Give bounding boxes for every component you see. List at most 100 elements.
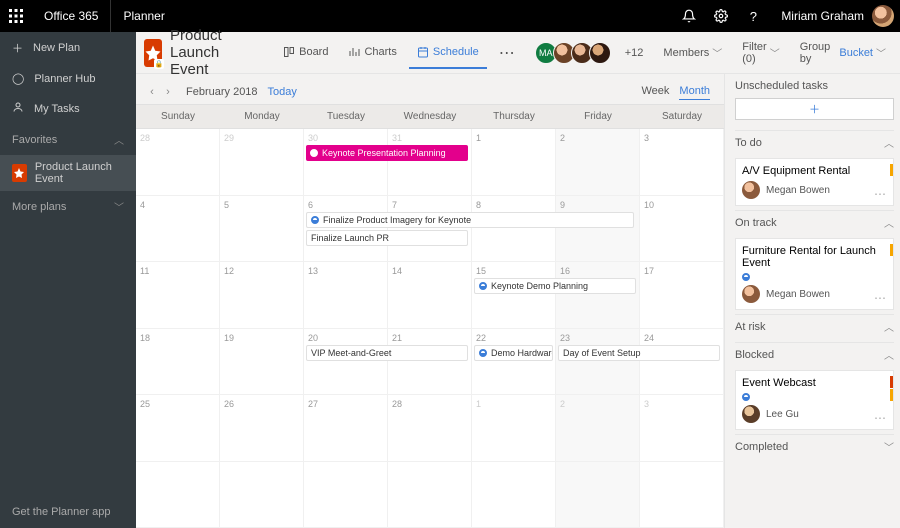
tab-board[interactable]: Board <box>275 37 336 69</box>
day-cell[interactable]: 2 <box>556 129 640 196</box>
day-cell[interactable]: 5 <box>220 196 304 263</box>
task-more-icon[interactable]: ⋯ <box>874 291 887 305</box>
add-task-button[interactable]: ＋ <box>735 98 894 120</box>
help-icon[interactable]: ? <box>737 0 769 32</box>
tab-charts[interactable]: Charts <box>340 37 404 69</box>
event-keynote-planning[interactable]: Keynote Presentation Planning <box>306 145 468 161</box>
day-cell[interactable]: 10 <box>640 196 724 263</box>
prev-month-button[interactable]: ‹ <box>144 84 160 100</box>
day-cell[interactable]: 6 Finalize Product Imagery for Keynote F… <box>304 196 388 263</box>
day-cell[interactable]: 12 <box>220 262 304 329</box>
app-launcher-icon[interactable] <box>0 0 32 32</box>
favorite-plan-item[interactable]: Product Launch Event <box>0 155 136 191</box>
day-cell[interactable]: 30 Keynote Presentation Planning <box>304 129 388 196</box>
favorite-label: Product Launch Event <box>35 161 124 185</box>
bucket-atrisk[interactable]: At risk︿ <box>735 314 894 338</box>
assignee-name: Megan Bowen <box>766 289 830 300</box>
month-view-toggle[interactable]: Month <box>679 85 710 100</box>
get-app-link[interactable]: Get the Planner app <box>0 496 136 528</box>
planner-hub-link[interactable]: ◯ Planner Hub <box>0 64 136 93</box>
bucket-blocked[interactable]: Blocked︿ <box>735 342 894 366</box>
day-cell[interactable]: 9 <box>556 196 640 263</box>
event-vip[interactable]: VIP Meet-and-Greet <box>306 345 468 361</box>
day-cell[interactable]: 1 <box>472 129 556 196</box>
day-cell[interactable]: 24 <box>640 329 724 396</box>
settings-icon[interactable] <box>705 0 737 32</box>
day-cell[interactable] <box>472 462 556 528</box>
day-cell[interactable]: 22 Demo Hardware <box>472 329 556 396</box>
week-view-toggle[interactable]: Week <box>642 85 670 100</box>
members-extra-count[interactable]: +12 <box>619 47 650 59</box>
task-card[interactable]: Event Webcast ⋯ Lee Gu <box>735 370 894 430</box>
today-button[interactable]: Today <box>268 86 297 98</box>
day-cell[interactable]: 28 <box>136 129 220 196</box>
day-cell[interactable]: 23 Day of Event Setup <box>556 329 640 396</box>
app-name: Planner <box>111 9 176 23</box>
next-month-button[interactable]: › <box>160 84 176 100</box>
day-cell[interactable]: 19 <box>220 329 304 396</box>
day-cell[interactable]: 17 <box>640 262 724 329</box>
day-cell[interactable]: 1 <box>472 395 556 462</box>
day-cell[interactable]: 13 <box>304 262 388 329</box>
unscheduled-panel: Unscheduled tasks ＋ To do︿ A/V Equipment… <box>724 74 900 528</box>
day-cell[interactable]: 3 <box>640 395 724 462</box>
more-options-button[interactable]: ⋯ <box>491 37 523 69</box>
members-avatars[interactable]: MA <box>539 42 611 64</box>
day-cell[interactable]: 26 <box>220 395 304 462</box>
day-cell[interactable]: 25 <box>136 395 220 462</box>
day-cell[interactable] <box>220 462 304 528</box>
day-cell[interactable]: 4 <box>136 196 220 263</box>
month-label: February 2018 <box>186 86 258 98</box>
day-cell[interactable] <box>388 462 472 528</box>
event-finalize-pr[interactable]: Finalize Launch PR <box>306 230 468 246</box>
nav-label: My Tasks <box>34 103 80 115</box>
user-menu[interactable]: Miriam Graham <box>769 5 900 27</box>
day-cell[interactable]: 18 <box>136 329 220 396</box>
day-cell[interactable]: 29 <box>220 129 304 196</box>
task-card[interactable]: A/V Equipment Rental ⋯ Megan Bowen <box>735 158 894 206</box>
day-cell[interactable]: 2 <box>556 395 640 462</box>
day-cell[interactable]: 27 <box>304 395 388 462</box>
notifications-icon[interactable] <box>673 0 705 32</box>
filter-dropdown[interactable]: Filter (0)﹀ <box>736 41 785 65</box>
day-cell[interactable]: 20 VIP Meet-and-Greet <box>304 329 388 396</box>
calendar-icon <box>417 46 429 58</box>
tab-schedule[interactable]: Schedule <box>409 37 487 69</box>
day-cell[interactable]: 28 <box>388 395 472 462</box>
bucket-completed[interactable]: Completed﹀ <box>735 434 894 458</box>
day-cell[interactable] <box>304 462 388 528</box>
group-by-dropdown[interactable]: Group by Bucket﹀ <box>794 41 892 65</box>
day-cell[interactable]: 11 <box>136 262 220 329</box>
my-tasks-link[interactable]: My Tasks <box>0 93 136 124</box>
event-demo-planning[interactable]: Keynote Demo Planning <box>474 278 636 294</box>
event-finalize-imagery[interactable]: Finalize Product Imagery for Keynote <box>306 212 634 228</box>
bucket-todo[interactable]: To do︿ <box>735 130 894 154</box>
new-plan-button[interactable]: ＋ New Plan <box>0 32 136 64</box>
tab-label: Charts <box>364 46 396 58</box>
brand-label: Office 365 <box>32 0 111 32</box>
bucket-ontrack[interactable]: On track︿ <box>735 210 894 234</box>
day-cell[interactable]: 3 <box>640 129 724 196</box>
plan-icon <box>12 164 27 182</box>
day-cell[interactable]: 16 <box>556 262 640 329</box>
task-more-icon[interactable]: ⋯ <box>874 411 887 425</box>
more-plans-section[interactable]: More plans ﹀ <box>0 191 136 222</box>
day-cell[interactable]: 7 <box>388 196 472 263</box>
task-title: Furniture Rental for Launch Event <box>742 245 887 269</box>
chevron-down-icon: ﹀ <box>876 45 886 60</box>
task-card[interactable]: Furniture Rental for Launch Event ⋯ Mega… <box>735 238 894 310</box>
members-dropdown[interactable]: Members﹀ <box>657 45 728 60</box>
event-demo-hw[interactable]: Demo Hardware <box>474 345 553 361</box>
day-cell[interactable] <box>640 462 724 528</box>
day-cell[interactable]: 8 <box>472 196 556 263</box>
day-cell[interactable]: 21 <box>388 329 472 396</box>
day-cell[interactable] <box>556 462 640 528</box>
task-more-icon[interactable]: ⋯ <box>874 187 887 201</box>
day-cell[interactable]: 15 Keynote Demo Planning <box>472 262 556 329</box>
day-cell[interactable] <box>136 462 220 528</box>
day-cell[interactable]: 14 <box>388 262 472 329</box>
favorites-section[interactable]: Favorites ︿ <box>0 124 136 155</box>
day-cell[interactable]: 31 <box>388 129 472 196</box>
calendar: ‹ › February 2018 Today Week Month Sunda… <box>136 74 724 528</box>
event-day-setup[interactable]: Day of Event Setup <box>558 345 720 361</box>
